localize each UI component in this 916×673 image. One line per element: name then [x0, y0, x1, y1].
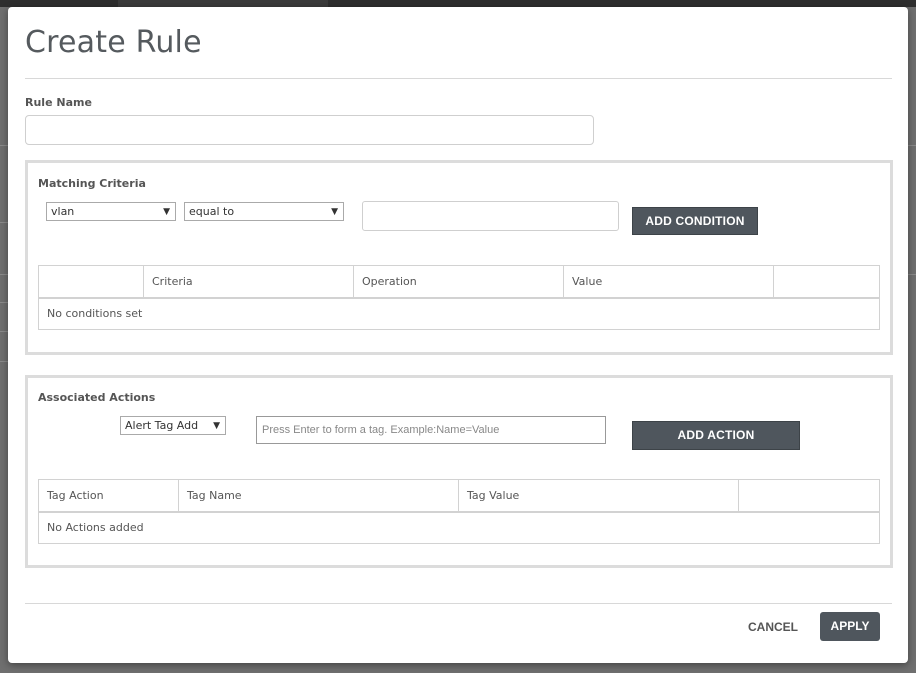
- tag-action-select[interactable]: Alert Tag Add ▼: [120, 416, 226, 435]
- add-action-button[interactable]: ADD ACTION: [632, 421, 800, 450]
- create-rule-dialog: Create Rule Rule Name Matching Criteria …: [8, 7, 908, 663]
- matching-criteria-section: Matching Criteria vlan ▼ equal to ▼ ADD …: [25, 160, 893, 355]
- associated-actions-title: Associated Actions: [38, 391, 156, 404]
- column-header-tag-value: Tag Value: [458, 479, 739, 512]
- column-header-tag-name: Tag Name: [178, 479, 459, 512]
- conditions-table-header: Criteria Operation Value: [38, 265, 880, 298]
- criteria-field-select[interactable]: vlan ▼: [46, 202, 176, 221]
- criteria-operation-select[interactable]: equal to ▼: [184, 202, 344, 221]
- conditions-table: Criteria Operation Value No conditions s…: [38, 265, 880, 330]
- matching-criteria-title: Matching Criteria: [38, 177, 146, 190]
- column-header-operation: Operation: [353, 265, 564, 298]
- associated-actions-section: Associated Actions Alert Tag Add ▼ ADD A…: [25, 375, 893, 568]
- column-header: [38, 265, 144, 298]
- empty-conditions-message: No conditions set: [38, 297, 880, 330]
- rule-name-label: Rule Name: [25, 96, 92, 109]
- cancel-button[interactable]: CANCEL: [738, 617, 808, 637]
- criteria-operation-value: equal to: [189, 205, 235, 218]
- criteria-field-value: vlan: [51, 205, 75, 218]
- table-row: No conditions set: [38, 297, 880, 330]
- chevron-down-icon: ▼: [331, 207, 338, 217]
- chevron-down-icon: ▼: [163, 207, 170, 217]
- footer-divider: [25, 603, 892, 604]
- background-divider: [908, 274, 916, 275]
- background-topbar-segment: [118, 0, 328, 7]
- actions-table: Tag Action Tag Name Tag Value No Actions…: [38, 479, 880, 544]
- actions-table-header: Tag Action Tag Name Tag Value: [38, 479, 880, 512]
- title-divider: [25, 78, 892, 79]
- column-header: [738, 479, 880, 512]
- add-condition-button[interactable]: ADD CONDITION: [632, 207, 758, 235]
- column-header-tag-action: Tag Action: [38, 479, 179, 512]
- chevron-down-icon: ▼: [213, 421, 220, 431]
- empty-actions-message: No Actions added: [38, 511, 880, 544]
- background-divider: [908, 145, 916, 146]
- background-topbar: [0, 0, 916, 7]
- column-header-value: Value: [563, 265, 774, 298]
- dialog-title: Create Rule: [25, 25, 202, 60]
- tag-action-value: Alert Tag Add: [125, 419, 199, 432]
- column-header: [773, 265, 880, 298]
- table-row: No Actions added: [38, 511, 880, 544]
- tag-input[interactable]: [256, 416, 606, 444]
- column-header-criteria: Criteria: [143, 265, 354, 298]
- rule-name-input[interactable]: [25, 115, 594, 145]
- apply-button[interactable]: APPLY: [820, 612, 880, 641]
- criteria-value-input[interactable]: [362, 201, 619, 231]
